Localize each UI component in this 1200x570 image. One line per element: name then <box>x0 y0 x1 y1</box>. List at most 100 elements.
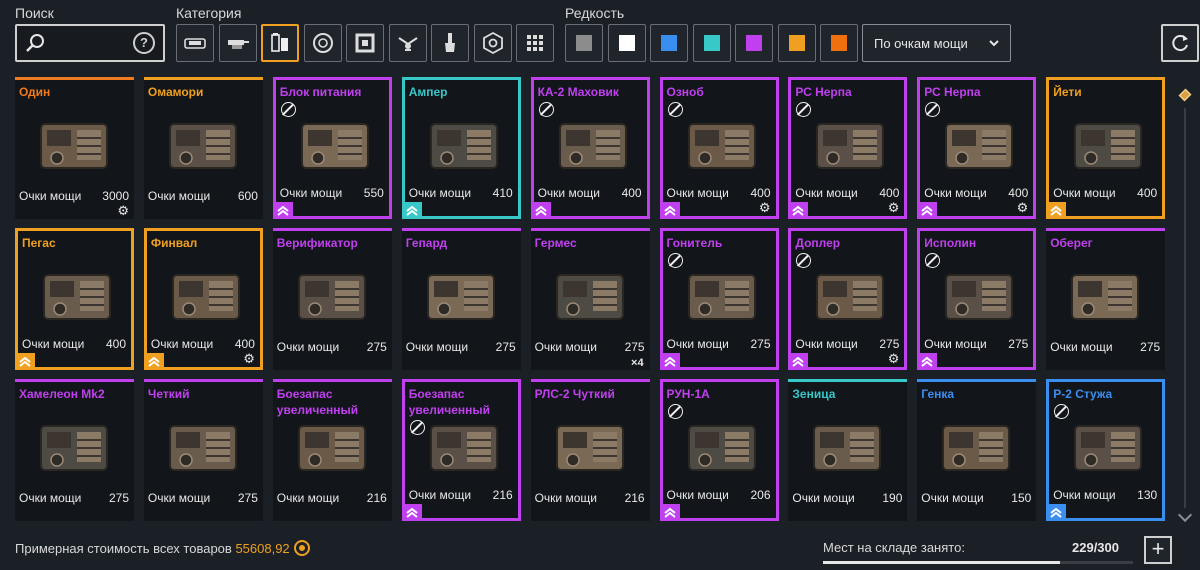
item-card[interactable]: Боезапас увеличенный Очки мощи 216 <box>272 379 392 521</box>
item-card[interactable]: Зеница Очки мощи 190 <box>788 379 908 521</box>
rarity-filter-common[interactable] <box>565 24 603 62</box>
item-name: РУН-1А <box>666 387 710 401</box>
add-storage-button[interactable]: + <box>1144 536 1172 564</box>
item-name: Оберег <box>1050 236 1093 250</box>
item-image <box>675 261 770 331</box>
drone-icon <box>397 37 418 51</box>
rank-chevron-icon <box>788 353 809 370</box>
category-button-wheel[interactable] <box>303 24 342 62</box>
item-name: Гепард <box>405 236 448 250</box>
total-cost: Примерная стоимость всех товаров 55608,9… <box>15 540 310 556</box>
item-card[interactable]: Четкий Очки мощи 275 <box>143 379 263 521</box>
item-card[interactable]: РЛС-2 Чуткий Очки мощи 216 <box>530 379 650 521</box>
power-value: 400 <box>1008 186 1029 200</box>
sort-select[interactable]: По очкам мощи <box>862 24 1011 62</box>
item-card[interactable]: Пегас Очки мощи 400 <box>15 228 134 370</box>
rarity-swatch <box>831 35 847 51</box>
scrollbar-thumb[interactable] <box>1178 88 1192 102</box>
rank-chevron-icon <box>917 202 938 219</box>
item-name: РС Нерпа <box>924 85 981 99</box>
power-label: Очки мощи <box>537 186 600 200</box>
weapon-icon <box>227 40 249 49</box>
item-card[interactable]: Генка Очки мощи 150 <box>917 379 1037 521</box>
search-input[interactable]: ? <box>15 24 165 62</box>
power-label: Очки мощи <box>795 186 858 200</box>
power-value: 3000 <box>102 189 129 203</box>
rank-chevron-icon <box>917 353 938 370</box>
rank-chevron-icon <box>1046 202 1067 219</box>
power-value: 216 <box>624 491 645 505</box>
item-card[interactable]: Омамори Очки мощи 600 <box>143 77 263 219</box>
craftable-gear-icon: ⚙ <box>758 200 771 215</box>
sort-select-value: По очкам мощи <box>874 36 968 51</box>
item-card[interactable]: Доплер Очки мощи 275 ⚙ <box>788 228 908 370</box>
rarity-filter-legendary[interactable] <box>777 24 816 62</box>
item-card[interactable]: Один Очки мощи 3000 ⚙ <box>15 77 134 219</box>
item-card[interactable]: Гермес Очки мощи 275 ×4 <box>530 228 650 370</box>
category-button-drone[interactable] <box>388 24 427 62</box>
power-label: Очки мощи <box>150 337 214 351</box>
rarity-filter-rare[interactable] <box>650 24 688 62</box>
item-name: Гермес <box>534 236 577 250</box>
scroll-down-arrow[interactable] <box>1177 507 1193 523</box>
item-card[interactable]: РС Нерпа Очки мощи 400 ⚙ <box>917 77 1037 219</box>
cabin-icon <box>184 38 206 49</box>
storage-value: 229/300 <box>1072 540 1119 555</box>
item-name: Ампер <box>408 85 448 99</box>
category-button-grid-all[interactable] <box>516 24 554 62</box>
item-card[interactable]: РС Нерпа Очки мощи 400 ⚙ <box>788 77 908 219</box>
item-card[interactable]: Гепард Очки мощи 275 <box>401 228 521 370</box>
frame-icon <box>355 33 375 53</box>
rarity-filter-uncommon[interactable] <box>607 24 646 62</box>
power-label: Очки мощи <box>795 337 858 351</box>
rank-chevron-icon <box>15 353 35 370</box>
rarity-filter-special[interactable] <box>692 24 731 62</box>
category-button-paint-brush[interactable] <box>431 24 469 62</box>
power-label: Очки мощи <box>22 337 85 351</box>
help-icon[interactable]: ? <box>133 32 155 54</box>
power-label: Очки мощи <box>279 186 343 200</box>
item-card[interactable]: Исполин Очки мощи 275 <box>917 228 1037 370</box>
item-card[interactable]: Р-2 Стужа Очки мощи 130 <box>1046 379 1166 521</box>
rarity-swatch <box>703 35 720 51</box>
item-image <box>156 412 251 482</box>
power-label: Очки мощи <box>921 491 984 505</box>
category-button-frame[interactable] <box>346 24 384 62</box>
item-card[interactable]: Боезапас увеличенный Очки мощи 216 <box>401 379 521 521</box>
item-image <box>30 261 125 331</box>
item-card[interactable]: Хамелеон Mk2 Очки мощи 275 <box>15 379 134 521</box>
category-button-weapon[interactable] <box>218 24 257 62</box>
item-card[interactable]: Верификатор Очки мощи 275 <box>272 228 392 370</box>
item-name: Йети <box>1053 85 1082 99</box>
item-card[interactable]: КА-2 Маховик Очки мощи 400 <box>530 77 650 219</box>
category-button-cabin[interactable] <box>176 24 214 62</box>
scrollbar[interactable] <box>1177 88 1193 523</box>
item-name: Р-2 Стужа <box>1053 387 1113 401</box>
power-value: 216 <box>366 491 387 505</box>
item-card[interactable]: РУН-1А Очки мощи 206 <box>659 379 779 521</box>
rarity-filter-epic[interactable] <box>735 24 773 62</box>
item-card[interactable]: Блок питания Очки мощи 550 <box>272 77 392 219</box>
rarity-filter-relic[interactable] <box>820 24 858 62</box>
power-label: Очки мощи <box>924 186 987 200</box>
power-value: 400 <box>879 186 900 200</box>
category-button-gear-module[interactable] <box>473 24 512 62</box>
category-button-generator[interactable] <box>261 24 299 62</box>
scrollbar-track[interactable] <box>1184 108 1186 508</box>
item-image <box>546 110 641 180</box>
item-card[interactable]: Йети Очки мощи 400 <box>1046 77 1166 219</box>
refresh-button[interactable] <box>1161 24 1199 62</box>
gear-module-icon <box>482 31 503 55</box>
item-name: Доплер <box>795 236 841 250</box>
item-image <box>1061 110 1156 180</box>
power-value: 410 <box>492 186 513 200</box>
item-card[interactable]: Ампер Очки мощи 410 <box>401 77 521 219</box>
item-name: Гонитель <box>666 236 723 250</box>
item-card[interactable]: Оберег Очки мощи 275 <box>1046 228 1166 370</box>
storage-progress-fill <box>823 561 1060 564</box>
item-card[interactable]: Финвал Очки мощи 400 ⚙ <box>143 228 263 370</box>
item-image <box>543 412 638 482</box>
item-card[interactable]: Озноб Очки мощи 400 ⚙ <box>659 77 779 219</box>
item-card[interactable]: Гонитель Очки мощи 275 <box>659 228 779 370</box>
item-name: Хамелеон Mk2 <box>19 387 105 401</box>
